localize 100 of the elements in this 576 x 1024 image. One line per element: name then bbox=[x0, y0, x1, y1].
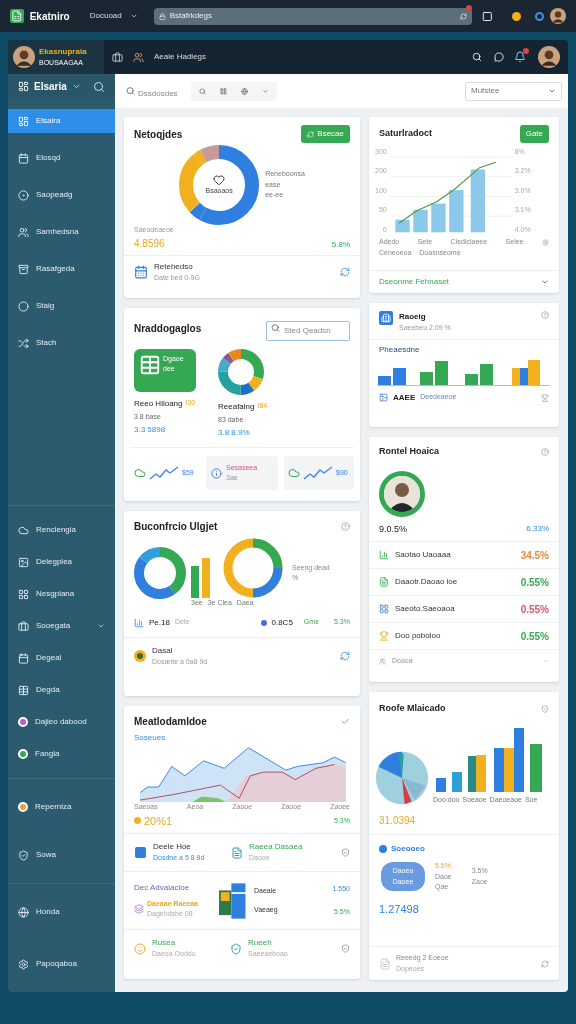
row-label: Doo poboloo bbox=[395, 630, 441, 642]
briefcase-icon bbox=[18, 620, 29, 632]
image-icon bbox=[18, 556, 29, 568]
smile-icon bbox=[134, 942, 146, 955]
sidebar-item[interactable]: Degda bbox=[8, 678, 115, 702]
sidebar-item[interactable]: Stach bbox=[8, 331, 115, 355]
calendar-icon bbox=[18, 652, 29, 664]
target-icon bbox=[18, 189, 29, 201]
bar bbox=[436, 777, 446, 792]
item-label: Reeo Hiloang bbox=[134, 397, 183, 410]
bar bbox=[476, 754, 486, 792]
bar bbox=[448, 190, 464, 233]
dashboard-icon bbox=[18, 81, 29, 92]
value: 4.8596 bbox=[134, 236, 166, 251]
briefcase-icon[interactable] bbox=[112, 51, 123, 63]
calendar-icon bbox=[134, 264, 148, 279]
sparkline bbox=[303, 466, 333, 480]
sidebar-item[interactable]: Saopeadg bbox=[8, 183, 115, 207]
sidebar-item[interactable]: Papoqaboa bbox=[8, 952, 115, 976]
calendar-icon bbox=[18, 152, 29, 164]
item-value: 3.3 5898 bbox=[134, 424, 167, 436]
sidebar-item[interactable]: Samhedsna bbox=[8, 220, 115, 244]
archive-icon bbox=[18, 263, 29, 275]
sidebar-item[interactable]: Dajieo dabood bbox=[8, 710, 115, 734]
bar bbox=[378, 375, 391, 386]
sidebar-item[interactable]: Elosqd bbox=[8, 146, 115, 170]
bar-chart-icon bbox=[134, 617, 144, 628]
sidebar-item[interactable]: Sooegata bbox=[8, 614, 115, 638]
item-value: 3.8 8.9% bbox=[218, 427, 251, 439]
refresh-icon[interactable] bbox=[541, 959, 549, 968]
bar bbox=[202, 558, 210, 598]
footer-title: AAEE bbox=[393, 391, 416, 404]
header-nav: Aeaie Hadlegs bbox=[154, 51, 207, 63]
shield-icon bbox=[18, 849, 29, 861]
chevron-icon[interactable] bbox=[71, 82, 81, 91]
bar bbox=[465, 373, 478, 386]
card-title: Nraddogaglos bbox=[134, 321, 202, 336]
row-title: Rueeh bbox=[248, 937, 273, 950]
cloud-icon bbox=[18, 524, 29, 536]
value: 9.0.5% bbox=[379, 522, 408, 536]
users-icon bbox=[379, 657, 386, 665]
row-value: 0.55% bbox=[520, 602, 549, 617]
refresh-icon[interactable] bbox=[340, 266, 350, 277]
chat-icon[interactable] bbox=[494, 52, 504, 62]
avatar bbox=[384, 475, 420, 512]
dropdown[interactable]: Mufstee bbox=[465, 81, 562, 101]
row-label: Saeoto.Saeoaoa bbox=[395, 603, 455, 615]
chevron-icon[interactable] bbox=[541, 278, 549, 286]
sidebar-item[interactable]: Staig bbox=[8, 294, 115, 318]
extension-icon[interactable] bbox=[535, 11, 544, 21]
extension-icon[interactable] bbox=[512, 11, 522, 21]
row-label: Daaotr.Daoao loe bbox=[395, 576, 458, 588]
row-title: Dec Advaiacioe bbox=[134, 881, 191, 894]
shield-icon bbox=[230, 942, 242, 955]
tab-icon[interactable] bbox=[481, 10, 493, 22]
circle-icon bbox=[18, 300, 29, 312]
sidebar-item[interactable]: Sowa bbox=[8, 843, 115, 867]
notification-icon[interactable] bbox=[514, 51, 526, 63]
sidebar-item[interactable]: Renclengia bbox=[8, 518, 115, 542]
chart-icon bbox=[379, 550, 389, 560]
sidebar-item[interactable]: Degeal bbox=[8, 646, 115, 670]
users-icon[interactable] bbox=[133, 51, 144, 63]
sidebar-item[interactable]: Fangla bbox=[8, 742, 115, 766]
info-icon bbox=[211, 467, 222, 479]
search-field[interactable]: Sted Qeadsn bbox=[266, 320, 350, 341]
dashboard-icon bbox=[18, 115, 29, 127]
address-text: Bstafrkdegs bbox=[169, 10, 212, 22]
change: 6.33% bbox=[526, 522, 549, 535]
bar bbox=[191, 566, 199, 598]
sidebar-item[interactable]: Reperniza bbox=[8, 795, 115, 819]
sparkline bbox=[149, 466, 179, 480]
grid-icon[interactable] bbox=[220, 87, 227, 95]
card-title: Netoqjdes bbox=[134, 127, 183, 142]
menu-button[interactable]: Docuoad bbox=[89, 10, 138, 22]
bar bbox=[420, 371, 433, 386]
card-title: Raoeig bbox=[399, 311, 427, 323]
sidebar-item[interactable]: Rasafgeda bbox=[8, 257, 115, 281]
sidebar-item[interactable]: Delegplea bbox=[8, 550, 115, 574]
avatar bbox=[550, 8, 566, 24]
card-title: Roofe Mlaicado bbox=[379, 702, 446, 715]
document-icon bbox=[379, 957, 391, 970]
document-icon bbox=[379, 577, 389, 587]
bar bbox=[494, 747, 504, 792]
sidebar-item[interactable]: Honda bbox=[8, 900, 115, 924]
address-bar[interactable]: Bstafrkdegs bbox=[153, 7, 472, 25]
row-title: Raeea Dasaea bbox=[249, 841, 303, 854]
card-title: Rontel Hoaica bbox=[379, 445, 439, 458]
footer-title: Dasal bbox=[152, 644, 174, 657]
globe-icon[interactable] bbox=[241, 87, 248, 95]
users-icon bbox=[18, 226, 29, 238]
app-name: Ekatniro bbox=[29, 9, 70, 24]
trophy-icon bbox=[379, 631, 389, 641]
footer-title: Retehedso bbox=[154, 260, 194, 273]
sidebar-item[interactable]: Nesgpiana bbox=[8, 582, 115, 606]
search-field[interactable]: Dssdosdes bbox=[121, 83, 187, 104]
chevron-icon[interactable] bbox=[262, 87, 269, 95]
total: 1.27498 bbox=[378, 901, 420, 917]
reload-icon[interactable] bbox=[459, 12, 467, 20]
refresh-icon[interactable] bbox=[340, 650, 350, 661]
legend-text: Soeooeo bbox=[391, 843, 425, 855]
